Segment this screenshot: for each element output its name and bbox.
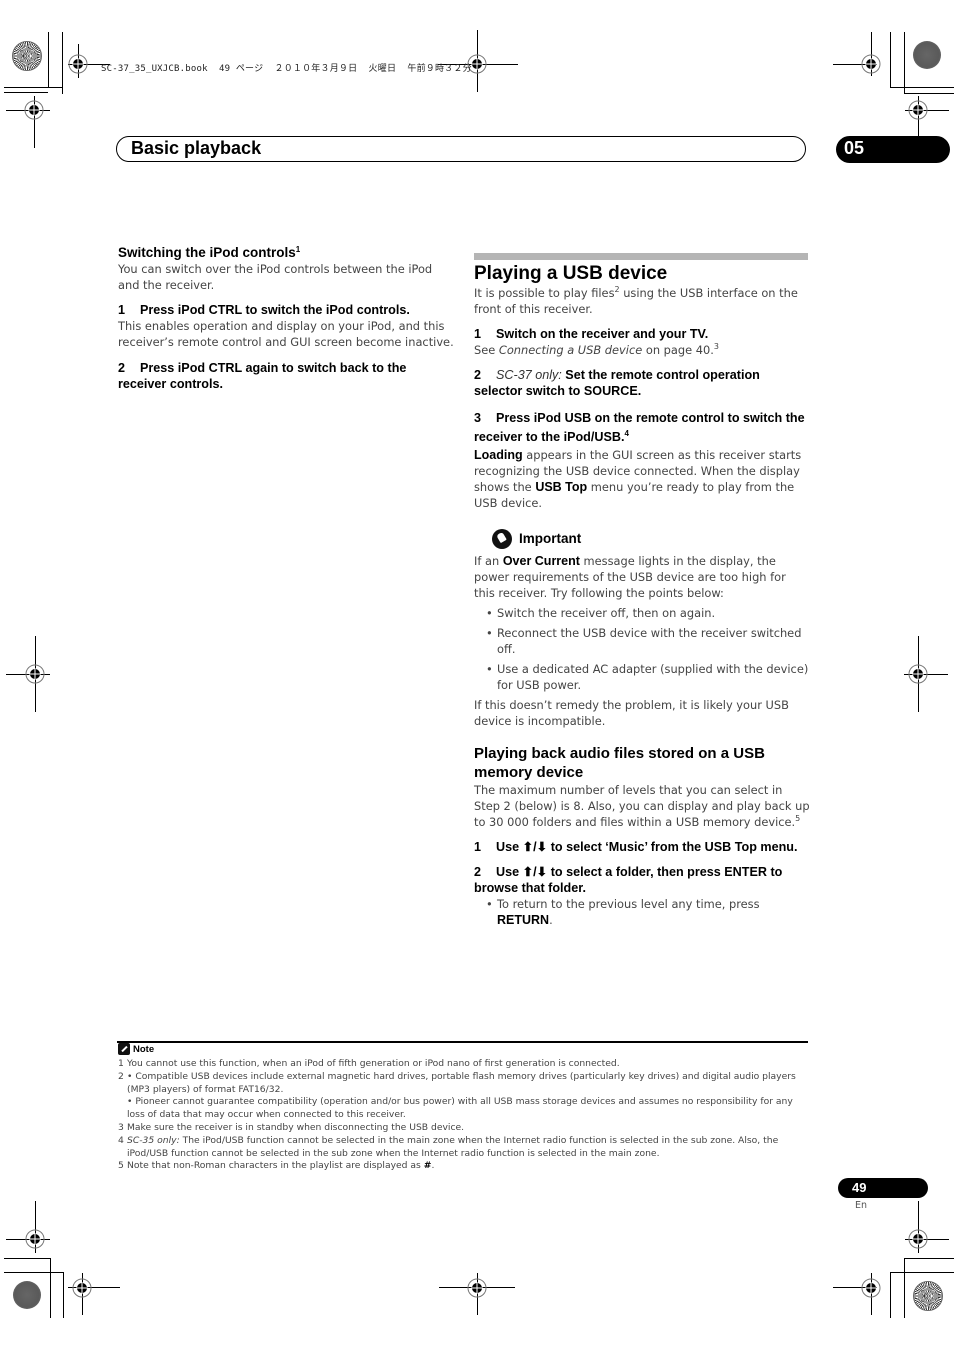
ipod-controls-intro: You can switch over the iPod controls be… — [118, 262, 433, 292]
usb-intro: It is possible to play files2 using the … — [474, 285, 798, 317]
important-closing: If this doesn’t remedy the problem, it i… — [474, 698, 789, 728]
crop-line — [50, 1258, 51, 1318]
note-pencil-icon — [118, 1043, 130, 1055]
crop-line — [890, 87, 954, 88]
notes-header: Note — [118, 1043, 154, 1055]
important-text: If an Over Current message lights in the… — [474, 554, 786, 600]
footnote-ref: 3 — [713, 342, 719, 351]
list-item: Switch the receiver off, then on again. — [486, 605, 810, 621]
left-column: Switching the iPod controls1 You can swi… — [118, 244, 454, 392]
registration-mark-icon — [25, 664, 45, 684]
footnote: 3 Make sure the receiver is in standby wh… — [118, 1121, 465, 1133]
step-1-heading: 1 Press iPod CTRL to switch the iPod cont… — [118, 303, 410, 317]
usb-step-3-heading: 3 Press iPod USB on the remote control to… — [474, 411, 805, 444]
footnote-ref: 5 — [795, 814, 801, 823]
print-file-header: SC-37_35_UXJCB.book 49 ページ ２０１０年３月９日 火曜日… — [101, 64, 472, 74]
registration-swirl-icon — [12, 41, 42, 71]
notes-divider — [117, 1041, 808, 1043]
section-heading-ipod-controls: Switching the iPod controls1 — [118, 245, 301, 260]
registration-mark-icon — [908, 100, 928, 120]
footnote: 2 • Compatible USB devices include extern… — [118, 1070, 796, 1095]
up-down-arrow-icon: ⬆/⬇ — [522, 840, 548, 854]
crop-line — [4, 87, 62, 88]
usb-step-1-body: See Connecting a USB device on page 40.3 — [474, 342, 719, 358]
registration-mark-icon — [24, 100, 44, 120]
page-language: En — [855, 1200, 868, 1211]
crop-line — [48, 32, 49, 88]
music-step-2-heading: 2 Use ⬆/⬇ to select a folder, then press … — [474, 865, 783, 895]
important-label: Important — [519, 531, 582, 546]
section-divider — [474, 253, 808, 260]
registration-swirl-icon — [913, 1281, 943, 1311]
important-callout-header: Important — [492, 529, 810, 549]
registration-mark-icon — [72, 1278, 92, 1298]
step-2-heading: 2 Press iPod CTRL again to switch back to… — [118, 361, 407, 391]
right-column: Playing a USB device It is possible to p… — [474, 253, 810, 928]
registration-mark-icon — [908, 664, 928, 684]
registration-mark-icon — [25, 1229, 45, 1249]
registration-mark-icon — [861, 1278, 881, 1298]
usb-step-3-body: Loading appears in the GUI screen as thi… — [474, 448, 802, 510]
page-number: 49 — [838, 1178, 928, 1198]
crop-line — [890, 32, 891, 88]
music-bullet-list: To return to the previous level any time… — [474, 896, 810, 928]
footnote: • Pioneer cannot guarantee compatibility… — [127, 1096, 793, 1121]
usb-step-2-heading: 2 SC-37 only: Set the remote control oper… — [474, 368, 760, 398]
usb-step-1-heading: 1 Switch on the receiver and your TV. — [474, 327, 709, 341]
up-down-arrow-icon: ⬆/⬇ — [522, 865, 548, 879]
crop-line — [904, 1258, 954, 1259]
footnote-ref: 4 — [624, 429, 629, 438]
crop-line — [4, 1272, 64, 1273]
crop-line — [904, 32, 905, 94]
footnote: 4 SC-35 only: The iPod/USB function canno… — [118, 1134, 779, 1159]
footnote-ref: 1 — [295, 245, 301, 254]
registration-disc-icon — [13, 1281, 41, 1309]
list-item: To return to the previous level any time… — [486, 896, 810, 928]
chapter-number-tab: 05 — [836, 136, 950, 163]
crop-line — [63, 1272, 64, 1318]
chapter-title: Basic playback — [131, 138, 262, 158]
crop-line — [890, 1272, 954, 1273]
subsection-title: Playing back audio files stored on a USB… — [474, 745, 765, 781]
registration-mark-icon — [467, 1278, 487, 1298]
footnotes: 1 You cannot use this function, when an i… — [118, 1058, 810, 1173]
subsection-intro: The maximum number of levels that you ca… — [474, 783, 810, 829]
registration-mark-icon — [908, 1229, 928, 1249]
crop-line — [62, 32, 63, 94]
music-step-1-heading: 1 Use ⬆/⬇ to select ‘Music’ from the USB … — [474, 840, 798, 854]
crop-line — [4, 1258, 51, 1259]
crop-line — [904, 1258, 905, 1318]
notes-label: Note — [133, 1043, 155, 1055]
registration-mark-icon — [861, 54, 881, 74]
list-item: Use a dedicated AC adapter (supplied wit… — [486, 661, 810, 693]
registration-mark-icon — [68, 54, 88, 74]
section-title-usb: Playing a USB device — [474, 263, 668, 284]
registration-disc-icon — [913, 41, 941, 69]
cross-reference-link[interactable]: Connecting a USB device — [499, 343, 642, 357]
chapter-header: Basic playback — [116, 136, 806, 162]
crop-line — [4, 92, 48, 93]
crop-line — [890, 1272, 891, 1318]
important-pin-icon — [492, 529, 512, 549]
important-bullet-list: Switch the receiver off, then on again. … — [474, 605, 810, 693]
footnote: 1 You cannot use this function, when an i… — [118, 1058, 620, 1069]
crop-line — [904, 93, 954, 94]
footnote: 5 Note that non-Roman characters in the p… — [118, 1160, 435, 1172]
step-1-body: This enables operation and display on yo… — [118, 319, 454, 349]
list-item: Reconnect the USB device with the receiv… — [486, 625, 810, 657]
